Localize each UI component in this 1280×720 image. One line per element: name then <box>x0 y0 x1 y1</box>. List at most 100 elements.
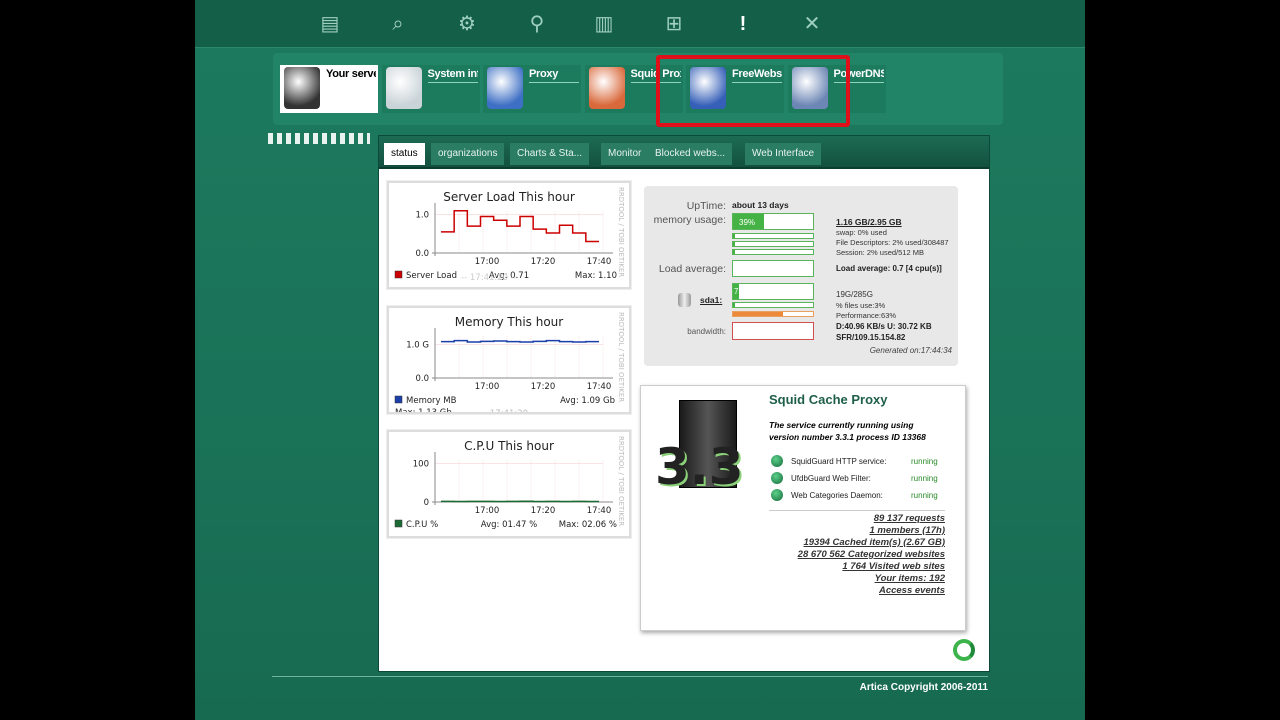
chart-board-icon[interactable]: ▥ <box>592 12 616 36</box>
avg-value: Avg: 01.47 % <box>481 520 537 530</box>
module-nav: Your serve System inf Proxy Squid Proxy web… <box>273 53 1003 125</box>
memory-label: memory usage: <box>653 214 726 226</box>
generated-time: Generated on:17:44:34 <box>869 346 952 355</box>
squid-description: The service currently running using vers… <box>769 420 926 442</box>
files-text: % files use:3% <box>836 301 886 310</box>
database-icon <box>791 67 828 109</box>
module-tile-label: Proxy <box>529 68 579 83</box>
module-tile-5[interactable]: PowerDNS <box>787 65 886 113</box>
memory-bar: 39% <box>732 213 814 230</box>
bandwidth-label: bandwidth: <box>687 327 726 336</box>
x-tick-label: 17:00 <box>475 506 500 516</box>
rrdtool-credit: RRDTOOL / TOBI OETIKER <box>617 187 625 277</box>
disk-icon <box>678 293 691 307</box>
session-text: Session: 2% used/512 MB <box>836 248 924 257</box>
tab-0[interactable]: status <box>384 143 425 165</box>
tab-bar: status organizations Charts & Sta... Monito… <box>379 136 989 169</box>
stats-icon <box>588 67 625 109</box>
squid-stat-link[interactable]: 28 670 562 Categorized websites <box>769 549 945 561</box>
squid-stat-link[interactable]: 89 137 requests <box>769 513 945 525</box>
status-led-icon <box>771 472 783 484</box>
x-tick-label: 17:40 <box>587 382 612 392</box>
perf-bar-fill <box>733 312 784 316</box>
tab-5[interactable]: Web Interface <box>745 143 822 165</box>
tab-1[interactable]: organizations <box>431 143 505 165</box>
service-status: running <box>911 474 938 483</box>
tab-2[interactable]: Charts & Sta... <box>510 143 590 165</box>
bandwidth-bar <box>732 322 814 340</box>
x-tick-label: 17:00 <box>475 382 500 392</box>
gear-icon[interactable]: ⚙ <box>455 12 479 36</box>
chart-svg: C.P.U This hour 100 0 17:00 17:20 17:40 C.P.U … <box>394 436 625 530</box>
tab-3[interactable]: Monitor <box>601 143 649 165</box>
chart-title: Server Load This hour <box>443 190 575 204</box>
max-value: Max: 1.13 Gb <box>395 408 452 412</box>
module-tile-label: PowerDNS <box>833 68 884 83</box>
search-users-icon[interactable]: ⚲ <box>525 12 549 36</box>
squid-stat-link[interactable]: Your items: 192 <box>769 573 945 585</box>
service-name: Web Categories Daemon: <box>791 491 883 500</box>
session-bar <box>732 249 814 255</box>
swap-bar-fill <box>733 234 735 238</box>
legend-label: Memory MB <box>406 396 457 406</box>
squid-stat-link[interactable]: 1 members (17h) <box>769 525 945 537</box>
module-tile-label: Squid Proxy web statistics <box>630 68 681 83</box>
refresh-icon[interactable] <box>953 639 975 661</box>
memory-bar-fill: 39% <box>733 214 765 229</box>
module-tile-3[interactable]: Squid Proxy web statistics <box>584 65 683 113</box>
disk-link[interactable]: sda1: <box>700 295 722 305</box>
copyright: Artica Copyright 2006-2011 <box>859 682 988 693</box>
fd-bar <box>732 241 814 247</box>
legend-label: Server Load <box>406 271 457 281</box>
x-tick-label: 17:20 <box>531 257 556 267</box>
service-name: SquidGuard HTTP service: <box>791 457 887 466</box>
service-status: running <box>911 457 938 466</box>
squid-stat-link[interactable]: 1 764 Visited web sites <box>769 561 945 573</box>
top-toolbar: ▤ ⌕ ⚙ ⚲ ▥ ⊞! ✕ <box>195 0 1085 48</box>
close-icon[interactable]: ✕ <box>800 12 824 36</box>
rrdtool-credit: RRDTOOL / TOBI OETIKER <box>617 312 625 402</box>
legend-swatch <box>394 395 403 404</box>
bandwidth-text: D:40.96 KB/s U: 30.72 KB <box>836 322 932 331</box>
module-tile-label: System inf <box>427 68 478 83</box>
chart-card-2: C.P.U This hour 100 0 17:00 17:20 17:40 C.P.U … <box>387 430 631 538</box>
alert-icon[interactable]: ! <box>731 12 755 36</box>
monitor-search-icon[interactable]: ⌕ <box>386 12 410 36</box>
footer-divider <box>272 676 988 677</box>
performance-bar <box>732 311 814 317</box>
y-tick-label: 100 <box>413 460 429 470</box>
isp-text: SFR/109.15.154.82 <box>836 333 906 342</box>
module-tile-label: Your serve <box>326 68 376 80</box>
globe-web-icon <box>690 67 726 109</box>
chart-svg: Memory This hour 1.0 G 0.0 17:00 17:20 17:40 M… <box>394 312 625 412</box>
service-row: SquidGuard HTTP service: running <box>771 455 951 469</box>
load-bar <box>732 260 814 277</box>
tab-4[interactable]: Blocked webs... <box>648 143 733 165</box>
squid-stat-link[interactable]: 19394 Cached item(s) (2.67 GB) <box>769 537 945 549</box>
series-line <box>441 339 599 343</box>
y-tick-label: 0.0 <box>415 374 429 384</box>
swap-bar <box>732 233 814 239</box>
module-tile-2[interactable]: Proxy <box>483 65 581 113</box>
disk-size: 19G/285G <box>836 290 873 299</box>
y-tick-label: 1.0 <box>415 211 429 221</box>
status-led-icon <box>771 455 783 467</box>
sess-bar-fill <box>733 250 735 254</box>
module-tile-4[interactable]: FreeWebs <box>686 65 784 113</box>
server-rack-icon <box>284 67 320 109</box>
uptime-label: UpTime: <box>686 200 726 212</box>
timestamp: -- 17:41:20 -- <box>461 273 517 283</box>
squid-title: Squid Cache Proxy <box>769 392 888 407</box>
chart-title: C.P.U This hour <box>464 439 554 453</box>
y-tick-label: 0 <box>424 498 429 508</box>
memory-link[interactable]: 1.16 GB/2.95 GB <box>836 217 902 227</box>
network-icon[interactable]: ⊞ <box>662 12 686 36</box>
disk-bar-fill: 7 <box>733 284 739 299</box>
service-status: running <box>911 491 938 500</box>
module-tile-0[interactable]: Your serve <box>280 65 378 113</box>
squid-stat-link[interactable]: Access events <box>769 585 945 597</box>
chart-card-0: Server Load This hour 1.0 0.0 17:00 17:20 17:… <box>387 181 631 289</box>
module-tile-1[interactable]: System inf <box>381 65 480 113</box>
service-name: UfdbGuard Web Filter: <box>791 474 871 483</box>
folder-icon[interactable]: ▤ <box>318 12 342 36</box>
